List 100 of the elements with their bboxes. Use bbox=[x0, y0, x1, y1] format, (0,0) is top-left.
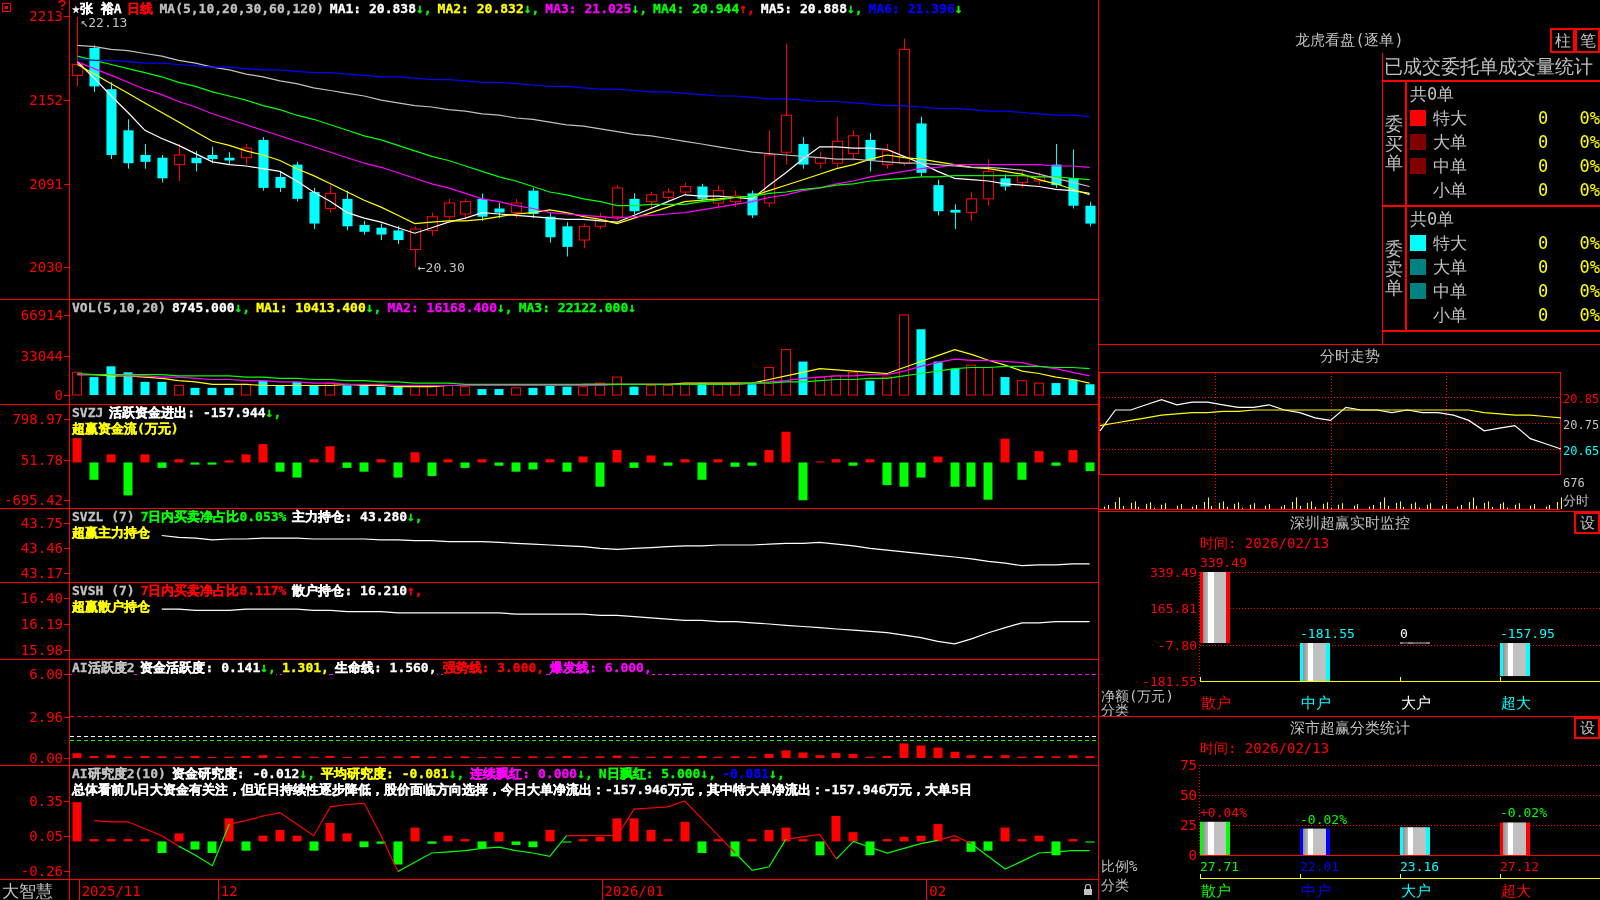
indicator-bar bbox=[511, 462, 521, 472]
indicator-bar bbox=[1051, 841, 1061, 856]
indicator-text: ★张 裕A bbox=[72, 1, 122, 17]
value-label: -181.55 bbox=[1300, 626, 1355, 641]
candlestick bbox=[662, 187, 675, 203]
indicator-bar bbox=[89, 839, 99, 842]
settings-button[interactable]: 设 bbox=[1574, 512, 1600, 534]
candlestick bbox=[933, 179, 944, 216]
candlestick bbox=[965, 191, 978, 222]
indicator-bar bbox=[781, 431, 791, 463]
volume-bar bbox=[1085, 384, 1095, 396]
indicator-bar bbox=[241, 841, 251, 851]
price-annotation: ↖22.13 bbox=[80, 15, 128, 31]
indicator-bar bbox=[730, 841, 740, 857]
indicator-text: MA4: 20.944 bbox=[653, 1, 740, 17]
indicator-bar bbox=[595, 836, 605, 842]
indicator-bar bbox=[309, 756, 319, 759]
indicator-text: 连续飘红: 0.000 bbox=[470, 766, 578, 782]
category-label: 散户 bbox=[1201, 882, 1231, 900]
indicator-bar bbox=[528, 841, 538, 848]
date-tick-label: 02 bbox=[929, 883, 947, 899]
mode-button[interactable]: 笔 bbox=[1575, 28, 1600, 53]
indicator-bar bbox=[292, 462, 302, 478]
mode-button[interactable]: 柱 bbox=[1550, 28, 1575, 53]
indicator-text: MA3: 21.025 bbox=[545, 1, 632, 17]
volume-bar bbox=[629, 386, 639, 396]
indicator-bar bbox=[342, 833, 352, 842]
axis-tick-label: 798.97 bbox=[12, 411, 70, 428]
candlestick bbox=[494, 202, 505, 219]
indicator-bar bbox=[831, 816, 841, 842]
volume-bar bbox=[730, 382, 740, 396]
candlestick bbox=[224, 151, 235, 166]
indicator-bar bbox=[258, 835, 268, 842]
indicator-bar bbox=[983, 841, 993, 851]
axis-tick-label: 0.05 bbox=[29, 827, 70, 844]
indicator-text: MA2: 20.832 bbox=[437, 1, 524, 17]
candlestick bbox=[594, 212, 607, 230]
ratio-bar bbox=[1300, 828, 1330, 855]
indicator-bar bbox=[123, 756, 133, 759]
volume-bar bbox=[1051, 383, 1061, 396]
indicator-bar bbox=[359, 841, 369, 848]
candlestick bbox=[1016, 170, 1029, 189]
volume-bar bbox=[747, 384, 757, 396]
settings-button[interactable]: 设 bbox=[1574, 717, 1600, 739]
axis-tick-label: 339.49 bbox=[1150, 565, 1197, 580]
indicator-text: -0.081 bbox=[722, 766, 770, 782]
candlestick bbox=[459, 198, 472, 220]
volume-bar bbox=[376, 386, 386, 396]
y-tick-label: 66914 bbox=[20, 307, 63, 324]
volume-bar bbox=[511, 387, 521, 396]
volume-bar bbox=[207, 387, 217, 396]
candlestick bbox=[629, 192, 640, 215]
axis-tick-label: -695.42 bbox=[4, 492, 70, 508]
square-icon bbox=[2, 3, 11, 12]
indicator-bar bbox=[359, 462, 369, 472]
value-label: 23.16 bbox=[1400, 859, 1440, 874]
y-tick-label: 2.96 bbox=[29, 708, 63, 725]
indicator-bar bbox=[1034, 755, 1044, 759]
order-count: 0 bbox=[1536, 233, 1550, 253]
indicator-bar bbox=[680, 756, 690, 759]
indicator-bar bbox=[933, 456, 943, 463]
candlestick bbox=[443, 198, 456, 222]
indicator-bar bbox=[292, 835, 302, 842]
candlestick bbox=[309, 187, 320, 230]
net-amount-bar bbox=[1300, 643, 1330, 681]
indicator-bar bbox=[72, 802, 82, 842]
axis-tick-label: 15.98 bbox=[20, 642, 70, 658]
indicator-bar bbox=[781, 827, 791, 842]
indicator-bar bbox=[646, 829, 656, 842]
lock-icon bbox=[1084, 883, 1092, 895]
axis-tick-label: -0.26 bbox=[20, 863, 70, 880]
indicator-bar bbox=[258, 444, 268, 463]
indicator-bar bbox=[511, 756, 521, 759]
table-title: 已成交委托单成交量统计 bbox=[1383, 53, 1600, 82]
axis-tick-label: 0 bbox=[54, 387, 70, 404]
indicator-bar bbox=[629, 756, 639, 759]
date-tick-label: 12 bbox=[220, 883, 238, 899]
indicator-text: 主力持仓: 43.280 bbox=[292, 509, 408, 525]
axis-tick-label: 20.65 bbox=[1563, 443, 1600, 458]
indicator-bar bbox=[697, 841, 707, 853]
volume-bar bbox=[460, 386, 470, 396]
volume-bar bbox=[106, 366, 116, 396]
indicator-bar bbox=[781, 750, 791, 759]
y-tick-label: -695.42 bbox=[3, 491, 63, 508]
volume-bar bbox=[713, 383, 723, 396]
volume-bar bbox=[342, 385, 352, 396]
indicator-bar bbox=[966, 462, 976, 487]
category-label: 大户 bbox=[1401, 882, 1431, 900]
indicator-text: VOL(5,10,20) bbox=[72, 300, 166, 316]
indicator-text: 活跃资金进出: -157.944 bbox=[109, 405, 266, 421]
indicator-bar bbox=[916, 462, 926, 478]
axis-tick-label: 0 bbox=[1188, 847, 1197, 863]
volume-bar bbox=[1034, 382, 1044, 396]
indicator-bar bbox=[359, 756, 369, 759]
axis-tick-label: 20.75 bbox=[1563, 417, 1600, 432]
indicator-text: 1.301, bbox=[281, 660, 329, 676]
order-count: 0 bbox=[1536, 305, 1550, 325]
net-amount-bar bbox=[1500, 643, 1530, 677]
indicator-bar bbox=[663, 756, 673, 759]
indicator-bar bbox=[815, 841, 825, 856]
